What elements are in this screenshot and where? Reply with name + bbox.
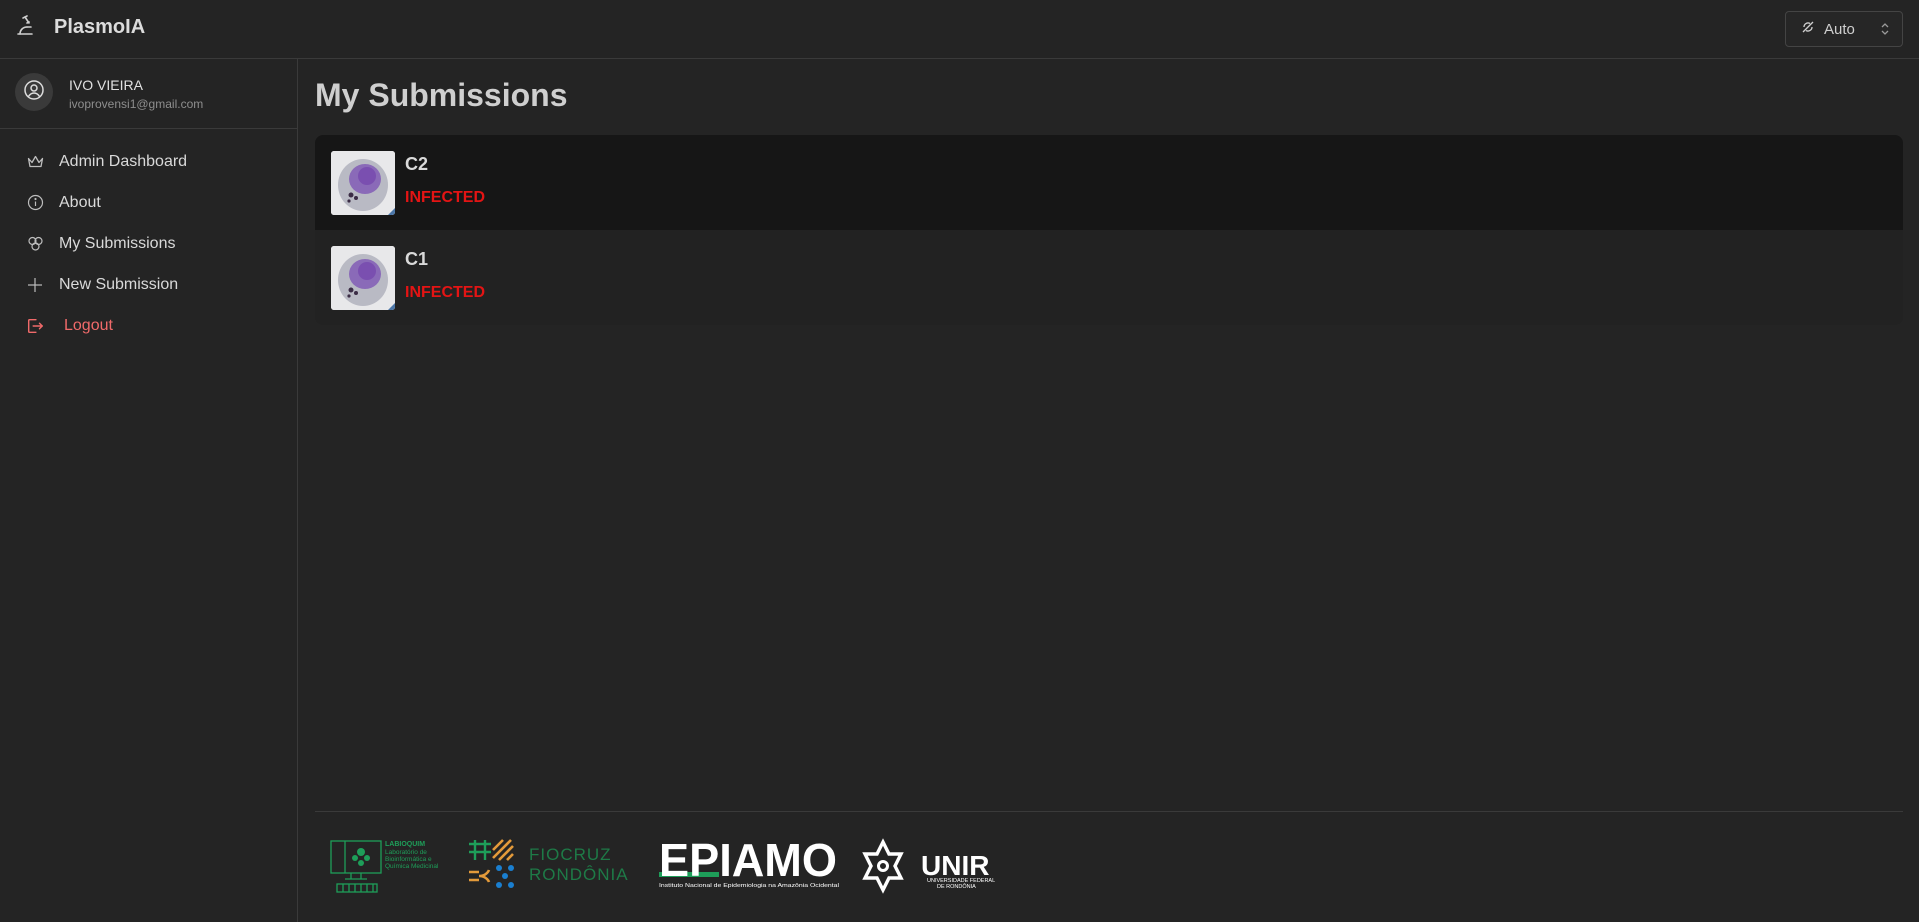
unir-line: DE RONDÔNIA <box>937 883 976 890</box>
user-circle-icon <box>23 79 45 106</box>
sidebar-item-logout[interactable]: Logout <box>0 305 297 346</box>
status-badge: INFECTED <box>405 189 485 206</box>
labioquim-line: Química Medicinal <box>385 863 439 870</box>
epiamo-title: EPIAMO <box>659 838 837 886</box>
submissions-list: C2 INFECTED C1 INFECTED <box>315 135 1903 325</box>
plus-icon <box>26 276 44 294</box>
labioquim-logo: LABIOQUIM Laboratório de Bioinformática … <box>330 840 439 893</box>
microscope-icon <box>16 14 36 41</box>
fiocruz-title: FIOCRUZ <box>529 845 612 864</box>
labioquim-line: Bioinformática e <box>385 856 432 863</box>
sidebar-item-label: My Submissions <box>59 234 176 252</box>
circles-icon <box>26 235 44 253</box>
logout-icon <box>26 317 44 335</box>
theme-select[interactable]: Auto <box>1785 11 1903 47</box>
unir-logo: UNIR UNIVERSIDADE FEDERAL DE RONDÔNIA <box>862 838 995 894</box>
list-item[interactable]: C2 INFECTED <box>315 135 1903 230</box>
sidebar-item-new-submission[interactable]: New Submission <box>0 264 297 305</box>
page-title: My Submissions <box>315 77 568 113</box>
user-name: IVO VIEIRA <box>69 77 143 93</box>
app-header: PlasmoIA Auto <box>0 0 1919 59</box>
sidebar-item-my-submissions[interactable]: My Submissions <box>0 223 297 264</box>
fiocruz-subtitle: RONDÔNIA <box>529 865 629 884</box>
status-badge: INFECTED <box>405 284 485 301</box>
info-icon <box>26 194 44 212</box>
app-title: PlasmoIA <box>54 16 146 38</box>
submission-name: C2 <box>405 154 429 174</box>
fiocruz-logo: FIOCRUZ RONDÔNIA <box>469 839 629 888</box>
crown-icon <box>26 153 44 171</box>
footer: LABIOQUIM Laboratório de Bioinformática … <box>315 811 1903 922</box>
labioquim-title: LABIOQUIM <box>385 841 425 848</box>
submission-thumbnail <box>331 151 395 215</box>
epiamo-logo: EPIAMO Instituto Nacional de Epidemiolog… <box>659 838 839 889</box>
sidebar-item-label: Admin Dashboard <box>59 152 188 170</box>
sidebar: IVO VIEIRA ivoprovensi1@gmail.com Admin … <box>0 59 298 922</box>
avatar <box>15 73 53 111</box>
theme-select-value: Auto <box>1824 20 1855 38</box>
partner-logos: LABIOQUIM Laboratório de Bioinformática … <box>329 838 999 894</box>
submission-name: C1 <box>405 249 429 269</box>
epiamo-subtitle: Instituto Nacional de Epidemiologia na A… <box>659 883 839 889</box>
brand[interactable]: PlasmoIA <box>16 14 145 41</box>
sidebar-item-label: Logout <box>64 316 113 334</box>
sidebar-nav: Admin Dashboard About My Submissions New… <box>0 129 297 346</box>
theme-auto-icon <box>1800 19 1816 39</box>
sidebar-item-label: About <box>59 193 101 211</box>
unir-title: UNIR <box>921 850 989 881</box>
sidebar-item-about[interactable]: About <box>0 182 297 223</box>
sidebar-item-label: New Submission <box>59 275 179 293</box>
main-content: My Submissions C2 INFECTED C1 INFECTED L… <box>315 59 1903 922</box>
user-profile[interactable]: IVO VIEIRA ivoprovensi1@gmail.com <box>0 59 297 129</box>
chevron-updown-icon <box>1880 22 1890 40</box>
user-email: ivoprovensi1@gmail.com <box>69 97 204 111</box>
sidebar-item-admin-dashboard[interactable]: Admin Dashboard <box>0 141 297 182</box>
submission-thumbnail <box>331 246 395 310</box>
labioquim-line: Laboratório de <box>385 849 427 856</box>
list-item[interactable]: C1 INFECTED <box>315 230 1903 325</box>
